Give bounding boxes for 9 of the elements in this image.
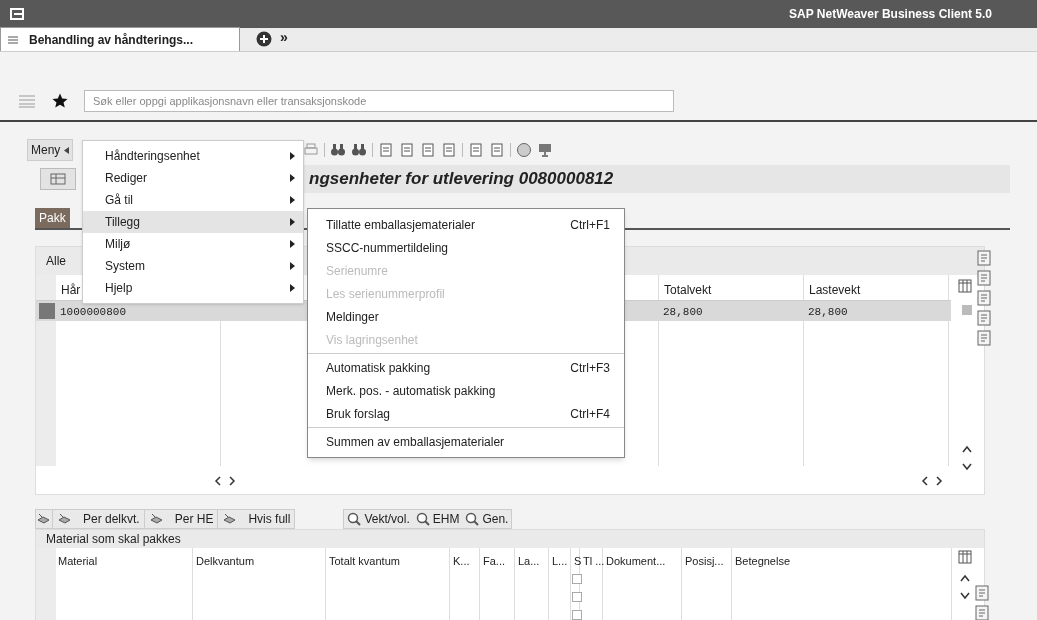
table-title: Alle — [46, 253, 66, 270]
shortcut-label: Ctrl+F4 — [570, 405, 610, 423]
window-title: SAP NetWeaver Business Client 5.0 — [789, 6, 992, 23]
shortcut-label: Ctrl+F1 — [570, 216, 610, 234]
shortcut-label: Ctrl+F3 — [570, 359, 610, 377]
table-cell-text: 28,800 — [663, 305, 703, 320]
table-cell-text: 28,800 — [808, 305, 848, 320]
table-cell-text: 1000000800 — [60, 305, 126, 320]
table-title: Material som skal pakkes — [46, 531, 181, 548]
